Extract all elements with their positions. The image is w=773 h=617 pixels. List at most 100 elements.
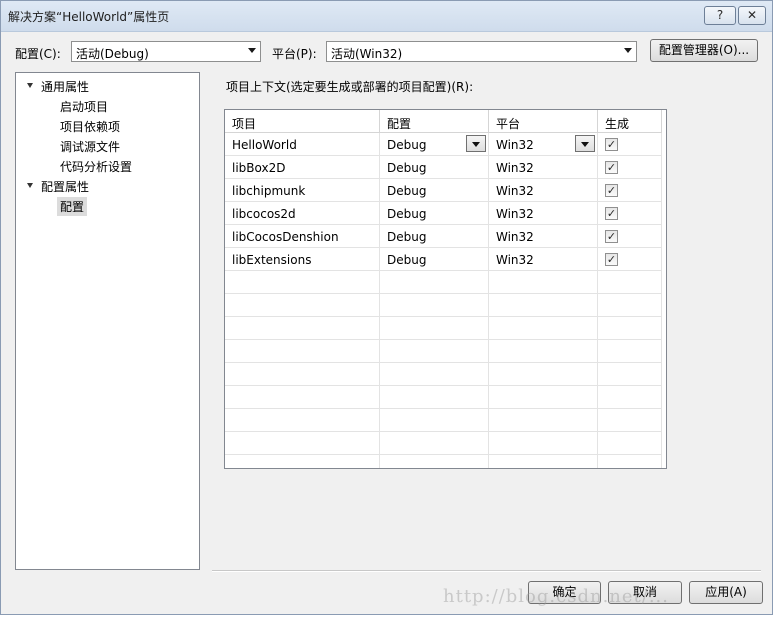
- project-name: libcocos2d: [232, 207, 296, 221]
- empty-cell: [489, 409, 598, 432]
- cell-project[interactable]: libCocosDenshion: [225, 225, 380, 248]
- cell-build[interactable]: ✓: [598, 133, 662, 156]
- title-bar: 解决方案“HelloWorld”属性页 ? ✕: [1, 1, 772, 32]
- cell-build[interactable]: ✓: [598, 179, 662, 202]
- empty-cell: [598, 409, 662, 432]
- empty-cell: [380, 294, 489, 317]
- empty-cell: [489, 432, 598, 455]
- platform-value: Win32: [496, 184, 534, 198]
- tree-item-configuration[interactable]: 配置: [57, 197, 88, 216]
- cell-config[interactable]: Debug: [380, 225, 489, 248]
- config-combo[interactable]: 活动(Debug): [71, 41, 261, 62]
- expand-icon[interactable]: [27, 183, 33, 188]
- cell-project[interactable]: HelloWorld: [225, 133, 380, 156]
- cell-platform[interactable]: Win32: [489, 225, 598, 248]
- empty-cell: [489, 340, 598, 363]
- empty-cell: [380, 271, 489, 294]
- tree-item-code-analysis[interactable]: 代码分析设置: [60, 158, 132, 175]
- cell-config[interactable]: Debug: [380, 248, 489, 271]
- column-header-config[interactable]: 配置: [380, 110, 489, 133]
- project-context-grid[interactable]: 项目 配置 平台 生成 HelloWorld Debug Win32 ✓ libBox2…: [224, 109, 667, 469]
- platform-value: Win32: [496, 230, 534, 244]
- config-manager-button[interactable]: 配置管理器(O)...: [650, 39, 758, 62]
- context-label: 项目上下文(选定要生成或部署的项目配置)(R):: [226, 80, 474, 94]
- project-name: libchipmunk: [232, 184, 306, 198]
- config-value: Debug: [387, 138, 427, 152]
- cell-build[interactable]: ✓: [598, 202, 662, 225]
- project-name: HelloWorld: [232, 138, 297, 152]
- cell-project[interactable]: libExtensions: [225, 248, 380, 271]
- platform-value: Win32: [496, 207, 534, 221]
- empty-cell: [598, 340, 662, 363]
- cell-platform[interactable]: Win32: [489, 202, 598, 225]
- tree-item-debug-source[interactable]: 调试源文件: [60, 138, 120, 155]
- build-checkbox[interactable]: ✓: [605, 253, 618, 266]
- platform-label: 平台(P):: [272, 47, 317, 61]
- cell-build[interactable]: ✓: [598, 156, 662, 179]
- column-header-project[interactable]: 项目: [225, 110, 380, 133]
- cell-platform[interactable]: Win32: [489, 179, 598, 202]
- tree-node-common[interactable]: 通用属性: [41, 78, 89, 95]
- empty-cell: [225, 271, 380, 294]
- platform-combo[interactable]: 活动(Win32): [326, 41, 637, 62]
- build-checkbox[interactable]: ✓: [605, 230, 618, 243]
- empty-cell: [598, 455, 662, 468]
- config-value: Debug: [387, 253, 427, 267]
- close-button[interactable]: ✕: [738, 6, 766, 25]
- empty-cell: [598, 271, 662, 294]
- apply-button[interactable]: 应用(A): [689, 581, 763, 604]
- build-checkbox[interactable]: ✓: [605, 138, 618, 151]
- column-header-build[interactable]: 生成: [598, 110, 662, 133]
- empty-cell: [225, 455, 380, 468]
- empty-cell: [225, 363, 380, 386]
- property-tree[interactable]: 通用属性 启动项目 项目依赖项 调试源文件 代码分析设置 配置属性 配置: [15, 72, 200, 570]
- cell-project[interactable]: libchipmunk: [225, 179, 380, 202]
- empty-cell: [489, 386, 598, 409]
- build-checkbox[interactable]: ✓: [605, 161, 618, 174]
- expand-icon[interactable]: [27, 83, 33, 88]
- empty-cell: [380, 455, 489, 468]
- cell-config[interactable]: Debug: [380, 202, 489, 225]
- project-name: libBox2D: [232, 161, 286, 175]
- column-header-platform[interactable]: 平台: [489, 110, 598, 133]
- tree-item-startup[interactable]: 启动项目: [60, 98, 108, 115]
- empty-cell: [489, 294, 598, 317]
- cell-project[interactable]: libBox2D: [225, 156, 380, 179]
- cell-build[interactable]: ✓: [598, 248, 662, 271]
- empty-cell: [598, 294, 662, 317]
- config-dropdown-button[interactable]: [466, 135, 486, 152]
- empty-cell: [380, 386, 489, 409]
- build-checkbox[interactable]: ✓: [605, 184, 618, 197]
- cell-config[interactable]: Debug: [380, 133, 489, 156]
- empty-cell: [225, 340, 380, 363]
- empty-cell: [489, 317, 598, 340]
- empty-cell: [380, 317, 489, 340]
- cell-platform[interactable]: Win32: [489, 248, 598, 271]
- empty-cell: [380, 409, 489, 432]
- tree-item-dependencies[interactable]: 项目依赖项: [60, 118, 120, 135]
- tree-node-config[interactable]: 配置属性: [41, 178, 89, 195]
- cell-config[interactable]: Debug: [380, 156, 489, 179]
- project-name: libCocosDenshion: [232, 230, 339, 244]
- chevron-down-icon: [248, 48, 256, 53]
- empty-cell: [489, 455, 598, 468]
- config-value: Debug: [387, 184, 427, 198]
- empty-cell: [225, 432, 380, 455]
- cell-project[interactable]: libcocos2d: [225, 202, 380, 225]
- cell-build[interactable]: ✓: [598, 225, 662, 248]
- platform-dropdown-button[interactable]: [575, 135, 595, 152]
- config-label: 配置(C):: [15, 47, 61, 61]
- empty-cell: [489, 363, 598, 386]
- empty-cell: [380, 340, 489, 363]
- empty-cell: [380, 363, 489, 386]
- build-checkbox[interactable]: ✓: [605, 207, 618, 220]
- cell-config[interactable]: Debug: [380, 179, 489, 202]
- cell-platform[interactable]: Win32: [489, 156, 598, 179]
- config-value: Debug: [387, 207, 427, 221]
- platform-value: Win32: [496, 161, 534, 175]
- help-icon: ?: [716, 8, 724, 22]
- empty-cell: [489, 271, 598, 294]
- help-button[interactable]: ?: [704, 6, 736, 25]
- cell-platform[interactable]: Win32: [489, 133, 598, 156]
- watermark-text: http://blog.csdn.net/...: [443, 586, 669, 607]
